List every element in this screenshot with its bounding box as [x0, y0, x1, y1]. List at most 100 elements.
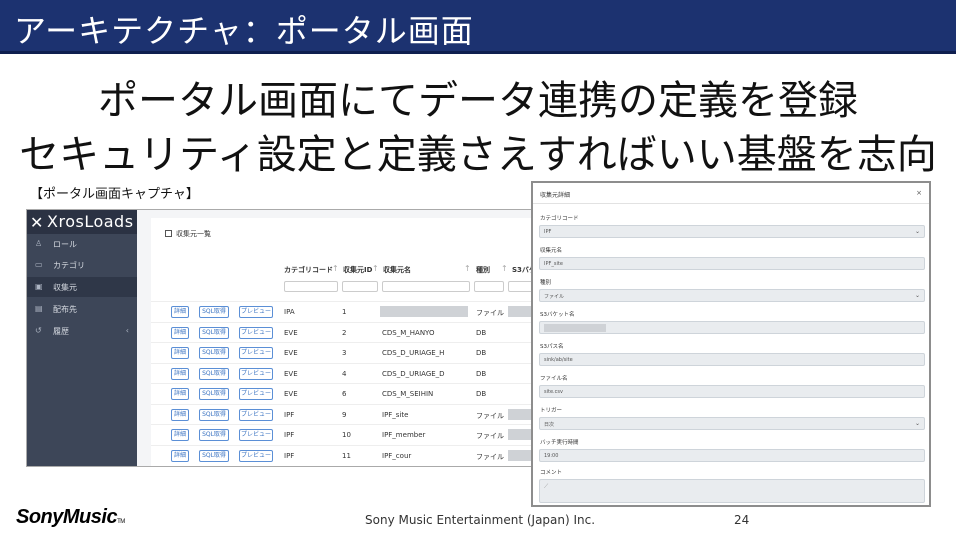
- detail-button[interactable]: 詳細: [171, 449, 189, 462]
- name-cell: IPF_cour: [382, 451, 412, 460]
- sidebar-item-history[interactable]: ↺ 履歴 ‹: [27, 321, 137, 341]
- id-cell: 6: [342, 390, 347, 398]
- chevron-down-icon: ⌄: [914, 420, 920, 427]
- field-value: 日次: [544, 422, 555, 428]
- preview-button[interactable]: プレビュー: [239, 306, 273, 318]
- send-icon: ▤: [35, 304, 43, 313]
- detail-button[interactable]: 詳細: [171, 326, 189, 339]
- sidebar-item-label: カテゴリ: [53, 261, 85, 270]
- type-cell: ファイル: [476, 452, 504, 461]
- sql-button[interactable]: SQL取得: [199, 449, 229, 462]
- sort-icon[interactable]: ↑: [464, 264, 471, 273]
- sidebar-item-destination[interactable]: ▤ 配布先: [27, 299, 137, 319]
- capture-caption: 【ポータル画面キャプチャ】: [30, 187, 199, 202]
- sort-icon[interactable]: ↑: [372, 264, 379, 273]
- preview-button[interactable]: プレビュー: [239, 347, 273, 359]
- preview-button[interactable]: プレビュー: [239, 429, 273, 441]
- detail-button[interactable]: 詳細: [171, 388, 189, 400]
- sidebar-item-role[interactable]: ♙ ロール: [27, 234, 137, 254]
- sidebar-item-category[interactable]: ▭ カテゴリ: [27, 255, 137, 275]
- folder-icon: ▭: [35, 260, 43, 269]
- category-cell: EVE: [284, 349, 298, 357]
- detail-button[interactable]: 詳細: [171, 347, 189, 359]
- field-input[interactable]: sink/ab/site: [539, 353, 925, 366]
- category-cell: EVE: [284, 369, 298, 378]
- col-header-name[interactable]: 収集元名: [383, 265, 411, 275]
- table-row: 詳細 SQL取得 プレビュー EVE 4 CDS_D_URIAGE_D DB: [151, 362, 547, 385]
- field-label: 種別: [540, 280, 552, 286]
- headline-line-2: セキュリティ設定と定義さえすればいい基盤を志向: [19, 132, 937, 178]
- redacted-value: [544, 324, 606, 332]
- table-row: 詳細 SQL取得 プレビュー IPF 11 IPF_cour ファイル: [151, 444, 547, 467]
- table-row: 詳細 SQL取得 プレビュー EVE 6 CDS_M_SEIHIN DB: [151, 383, 547, 405]
- sql-button[interactable]: SQL取得: [199, 408, 229, 421]
- filter-id-input[interactable]: [342, 281, 378, 292]
- inbox-icon: ▣: [35, 282, 43, 291]
- portal-screenshot: ✕ XrosLoads ♙ ロール ▭ カテゴリ ▣ 収集元 ▤ 配布先 ↺ 履…: [26, 209, 548, 467]
- id-cell: 10: [342, 431, 351, 439]
- table-row: 詳細 SQL取得 プレビュー EVE 2 CDS_M_HANYO DB: [151, 321, 547, 344]
- comment-textarea[interactable]: ⟋: [539, 479, 925, 503]
- sql-button[interactable]: SQL取得: [199, 326, 229, 339]
- field-input[interactable]: IPF_site: [539, 257, 925, 270]
- headline-line-1: ポータル画面にてデータ連携の定義を登録: [98, 78, 858, 124]
- table-row: 詳細 SQL取得 プレビュー EVE 3 CDS_D_URIAGE_H DB: [151, 342, 547, 364]
- col-header-type[interactable]: 種別: [476, 265, 490, 275]
- type-cell: ファイル: [476, 309, 504, 317]
- field-select[interactable]: IPF ⌄: [539, 225, 925, 238]
- field-label: S3パス名: [540, 344, 564, 350]
- field-select[interactable]: ファイル ⌄: [539, 289, 925, 302]
- col-header-id[interactable]: 収集元ID: [343, 265, 372, 275]
- id-cell: 11: [342, 451, 351, 460]
- filter-type-input[interactable]: [474, 281, 504, 292]
- table-row: 詳細 SQL取得 プレビュー IPA 1 ファイル: [151, 301, 547, 323]
- name-cell: IPF_member: [382, 431, 426, 439]
- detail-button[interactable]: 詳細: [171, 429, 189, 441]
- sql-button[interactable]: SQL取得: [199, 388, 229, 400]
- id-cell: 1: [342, 308, 347, 316]
- chevron-down-icon: ⌄: [914, 228, 920, 235]
- sort-icon[interactable]: ↑: [332, 264, 339, 273]
- sidebar-item-label: ロール: [53, 240, 77, 249]
- sql-button[interactable]: SQL取得: [199, 306, 229, 318]
- preview-button[interactable]: プレビュー: [239, 326, 273, 339]
- history-icon: ↺: [35, 326, 42, 335]
- field-select[interactable]: 日次 ⌄: [539, 417, 925, 430]
- field-label: トリガー: [540, 408, 563, 414]
- table-row: 詳細 SQL取得 プレビュー IPF 9 IPF_site ファイル: [151, 403, 547, 426]
- field-input[interactable]: site.csv: [539, 385, 925, 398]
- field-input[interactable]: 19:00: [539, 449, 925, 462]
- redacted-name: [380, 306, 468, 317]
- sql-button[interactable]: SQL取得: [199, 347, 229, 359]
- sql-button[interactable]: SQL取得: [199, 367, 229, 380]
- sidebar-item-label: 履歴: [53, 327, 69, 336]
- field-input[interactable]: [539, 321, 925, 334]
- filter-name-input[interactable]: [382, 281, 470, 292]
- logo-text: XrosLoads: [47, 212, 134, 231]
- sort-icon[interactable]: ↑: [501, 264, 508, 273]
- name-cell: IPF_site: [382, 410, 409, 419]
- detail-button[interactable]: 詳細: [171, 367, 189, 380]
- category-cell: EVE: [284, 328, 298, 337]
- close-icon[interactable]: ×: [916, 189, 922, 197]
- preview-button[interactable]: プレビュー: [239, 449, 273, 462]
- table-row: 詳細 SQL取得 プレビュー IPF 10 IPF_member ファイル: [151, 424, 547, 446]
- name-cell: CDS_D_URIAGE_H: [382, 349, 445, 357]
- category-cell: EVE: [284, 390, 298, 398]
- col-header-category[interactable]: カテゴリコード: [284, 265, 333, 275]
- sidebar-item-label: 配布先: [53, 305, 77, 314]
- sidebar-item-source[interactable]: ▣ 収集元: [27, 277, 137, 297]
- preview-button[interactable]: プレビュー: [239, 367, 273, 380]
- detail-button[interactable]: 詳細: [171, 306, 189, 318]
- field-value: 19:00: [544, 453, 559, 459]
- sql-button[interactable]: SQL取得: [199, 429, 229, 441]
- page-number: 24: [734, 513, 750, 527]
- divider: [533, 203, 929, 204]
- preview-button[interactable]: プレビュー: [239, 388, 273, 400]
- detail-button[interactable]: 詳細: [171, 408, 189, 421]
- preview-button[interactable]: プレビュー: [239, 408, 273, 421]
- resize-handle-icon[interactable]: ⟋: [544, 483, 921, 500]
- type-cell: DB: [476, 369, 487, 378]
- filter-category-input[interactable]: [284, 281, 338, 292]
- id-cell: 3: [342, 349, 347, 357]
